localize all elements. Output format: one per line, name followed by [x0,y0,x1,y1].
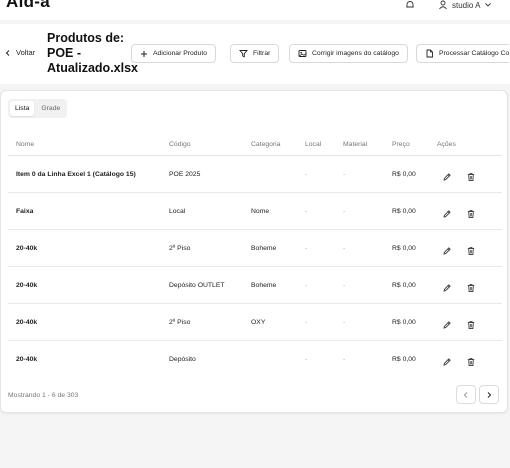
process-catalog-label: Processar Catálogo Co [439,50,510,57]
process-catalog-button[interactable]: Processar Catálogo Co [416,44,510,63]
cell-nome: Item 0 da Linha Excel 1 (Catálogo 15) [16,171,136,178]
fix-images-button[interactable]: Corrigir imagens do catálogo [289,44,408,63]
next-page-button[interactable] [479,385,499,404]
cell-codigo: 2º Piso [169,319,191,326]
user-icon [439,0,447,10]
cell-local: - [305,245,308,252]
table-row: 20-40k Depósito - - R$ 0,00 [8,341,502,378]
products-card: Lista Grade Nome Código Categoria Local … [0,90,508,413]
cell-preco: R$ 0,00 [392,245,416,252]
cell-local: - [305,208,308,215]
bell-icon[interactable] [405,0,415,10]
table-row: 20-40k 2º Piso OXY - - R$ 0,00 [8,304,502,341]
cell-preco: R$ 0,00 [392,282,416,289]
cell-material: - [343,245,346,252]
view-tabs: Lista Grade [8,99,68,118]
back-label: Voltar [16,48,36,57]
chevron-down-icon [485,3,492,7]
cell-preco: R$ 0,00 [392,208,416,215]
pencil-icon[interactable] [442,354,452,366]
cell-categoria: Boheme [251,245,277,252]
back-button[interactable]: Voltar [4,48,35,57]
chevron-left-icon [5,49,10,56]
trash-icon[interactable] [466,280,476,293]
cell-nome: 20-40k [16,356,38,363]
table-row: 20-40k 2º Piso Boheme - - R$ 0,00 [8,230,502,267]
trash-icon[interactable] [466,169,476,182]
cell-codigo: 2º Piso [169,245,191,252]
table-header: Nome Código Categoria Local Material Pre… [8,135,502,156]
cell-preco: R$ 0,00 [392,356,416,363]
cell-local: - [305,319,308,326]
cell-categoria: OXY [251,319,266,326]
column-local: Local [305,141,322,148]
pagination-summary: Mostrando 1 - 6 de 303 [8,392,79,399]
cell-categoria: Boheme [251,282,277,289]
page-title: Produtos de: POE - Atualizado.xlsx [47,31,138,75]
column-acoes: Ações [437,141,456,148]
cell-nome: 20-40k [16,319,38,326]
trash-icon[interactable] [466,243,476,256]
chevron-right-icon [487,391,492,398]
app-header: Ald-a studio A [0,0,510,20]
column-material: Material [343,141,368,148]
cell-local: - [305,356,308,363]
user-name: studio A [452,0,481,10]
cell-categoria: Nome [251,208,270,215]
column-nome: Nome [16,141,35,148]
cell-codigo: Depósito [169,356,196,363]
fix-images-label: Corrigir imagens do catálogo [312,50,399,57]
pencil-icon[interactable] [442,243,452,255]
app-title: Ald-a [6,0,50,11]
table-row: Item 0 da Linha Excel 1 (Catálogo 15) POE… [8,156,502,193]
prev-page-button[interactable] [456,385,476,404]
image-icon [298,50,307,57]
page-header: Voltar Produtos de: POE - Atualizado.xls… [0,24,510,84]
cell-local: - [305,282,308,289]
plus-icon [141,50,147,57]
cell-codigo: Local [169,208,186,215]
column-categoria: Categoria [251,141,281,148]
cell-material: - [343,208,346,215]
cell-nome: 20-40k [16,245,38,252]
filter-label: Filtrar [253,50,271,57]
add-product-label: Adicionar Produto [153,50,208,57]
cell-material: - [343,319,346,326]
cell-nome: Faixa [16,208,34,215]
add-product-button[interactable]: Adicionar Produto [131,44,217,63]
column-codigo: Código [169,141,191,148]
tab-grade[interactable]: Grade [36,101,65,116]
filter-icon [239,50,248,58]
trash-icon[interactable] [466,206,476,219]
cell-material: - [343,356,346,363]
column-preco: Preço [392,141,410,148]
cell-preco: R$ 0,00 [392,319,416,326]
cell-codigo: Depósito OUTLET [169,282,225,289]
cell-material: - [343,282,346,289]
pencil-icon[interactable] [442,169,452,181]
cell-preco: R$ 0,00 [392,171,416,178]
filter-button[interactable]: Filtrar [230,44,280,63]
trash-icon[interactable] [466,317,476,330]
cell-codigo: POE 2025 [169,171,201,178]
table-row: 20-40k Depósito OUTLET Boheme - - R$ 0,00 [8,267,502,304]
file-icon [426,49,433,58]
tab-lista[interactable]: Lista [10,101,35,116]
cell-nome: 20-40k [16,282,38,289]
chevron-left-icon [463,391,468,398]
pencil-icon[interactable] [442,280,452,292]
cell-material: - [343,171,346,178]
pencil-icon[interactable] [442,317,452,329]
cell-local: - [305,171,308,178]
table-row: Faixa Local Nome - - R$ 0,00 [8,193,502,230]
user-menu[interactable]: studio A [438,0,492,10]
pencil-icon[interactable] [442,206,452,218]
trash-icon[interactable] [466,354,476,367]
